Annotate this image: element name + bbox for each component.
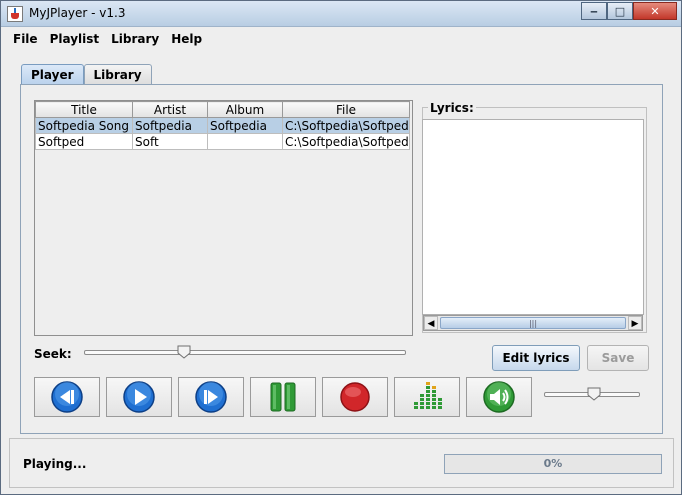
- mute-button[interactable]: [466, 377, 532, 417]
- lyrics-textarea[interactable]: [422, 119, 644, 315]
- pause-icon: [270, 382, 296, 412]
- maximize-button[interactable]: □: [607, 2, 633, 20]
- seek-slider-thumb[interactable]: [177, 345, 191, 359]
- close-icon: ✕: [650, 4, 660, 18]
- cell-album: [207, 133, 283, 150]
- volume-slider-thumb[interactable]: [587, 387, 601, 401]
- table-row[interactable]: Softped Soft C:\Softpedia\Softped...: [35, 133, 410, 150]
- cell-album: Softpedia: [207, 117, 283, 134]
- menu-library[interactable]: Library: [105, 28, 165, 50]
- playlist-table[interactable]: Title Artist Album File Softpedia Song S…: [34, 100, 413, 336]
- pause-button[interactable]: [250, 377, 316, 417]
- cell-artist: Softpedia: [132, 117, 208, 134]
- cell-title: Softped: [35, 133, 133, 150]
- menu-help[interactable]: Help: [165, 28, 208, 50]
- cell-file: C:\Softpedia\Softped...: [282, 117, 410, 134]
- table-header: Title Artist Album File: [35, 101, 410, 118]
- tab-player[interactable]: Player: [21, 64, 84, 85]
- player-panel: Title Artist Album File Softpedia Song S…: [20, 84, 663, 434]
- maximize-icon: □: [614, 4, 626, 18]
- app-window: MyJPlayer - v1.3 ‒ □ ✕ File Playlist Lib…: [0, 0, 682, 495]
- close-button[interactable]: ✕: [633, 2, 677, 20]
- previous-icon: [51, 381, 83, 413]
- menu-file[interactable]: File: [7, 28, 44, 50]
- equalizer-icon: [414, 382, 442, 409]
- window-controls: ‒ □ ✕: [581, 2, 677, 20]
- minimize-button[interactable]: ‒: [581, 2, 607, 20]
- status-bar: Playing... 0%: [9, 438, 674, 488]
- record-stop-icon: [340, 382, 370, 412]
- tab-strip: Player Library: [21, 64, 152, 85]
- tab-library[interactable]: Library: [83, 64, 152, 85]
- edit-lyrics-button[interactable]: Edit lyrics: [492, 345, 580, 371]
- column-header-album[interactable]: Album: [207, 101, 283, 118]
- lyrics-horizontal-scrollbar[interactable]: ◀ ||| ▶: [423, 315, 643, 331]
- scroll-right-arrow[interactable]: ▶: [628, 316, 642, 330]
- seek-label: Seek:: [34, 347, 72, 361]
- menu-bar: File Playlist Library Help: [1, 28, 681, 50]
- next-button[interactable]: [178, 377, 244, 417]
- title-bar[interactable]: MyJPlayer - v1.3 ‒ □ ✕: [1, 1, 681, 27]
- stop-button[interactable]: [322, 377, 388, 417]
- playback-status: Playing...: [23, 457, 87, 471]
- cell-file: C:\Softpedia\Softped...: [282, 133, 410, 150]
- next-icon: [195, 381, 227, 413]
- menu-playlist[interactable]: Playlist: [44, 28, 106, 50]
- equalizer-button[interactable]: [394, 377, 460, 417]
- window-title: MyJPlayer - v1.3: [29, 6, 126, 20]
- previous-button[interactable]: [34, 377, 100, 417]
- column-header-title[interactable]: Title: [35, 101, 133, 118]
- column-header-file[interactable]: File: [282, 101, 410, 118]
- seek-slider[interactable]: [84, 345, 406, 359]
- scrollbar-thumb[interactable]: |||: [440, 317, 626, 329]
- column-header-artist[interactable]: Artist: [132, 101, 208, 118]
- progress-label: 0%: [543, 457, 563, 470]
- table-row[interactable]: Softpedia Song Softpedia Softpedia C:\So…: [35, 117, 410, 134]
- java-cup-icon[interactable]: [7, 6, 23, 22]
- speaker-icon: [483, 381, 515, 413]
- scroll-left-arrow[interactable]: ◀: [424, 316, 438, 330]
- play-button[interactable]: [106, 377, 172, 417]
- save-button[interactable]: Save: [587, 345, 649, 371]
- play-icon: [123, 381, 155, 413]
- minimize-icon: ‒: [590, 4, 598, 18]
- cell-title: Softpedia Song: [35, 117, 133, 134]
- lyrics-label: Lyrics:: [428, 101, 476, 115]
- progress-bar: 0%: [444, 454, 662, 474]
- volume-slider[interactable]: [544, 387, 640, 401]
- cell-artist: Soft: [132, 133, 208, 150]
